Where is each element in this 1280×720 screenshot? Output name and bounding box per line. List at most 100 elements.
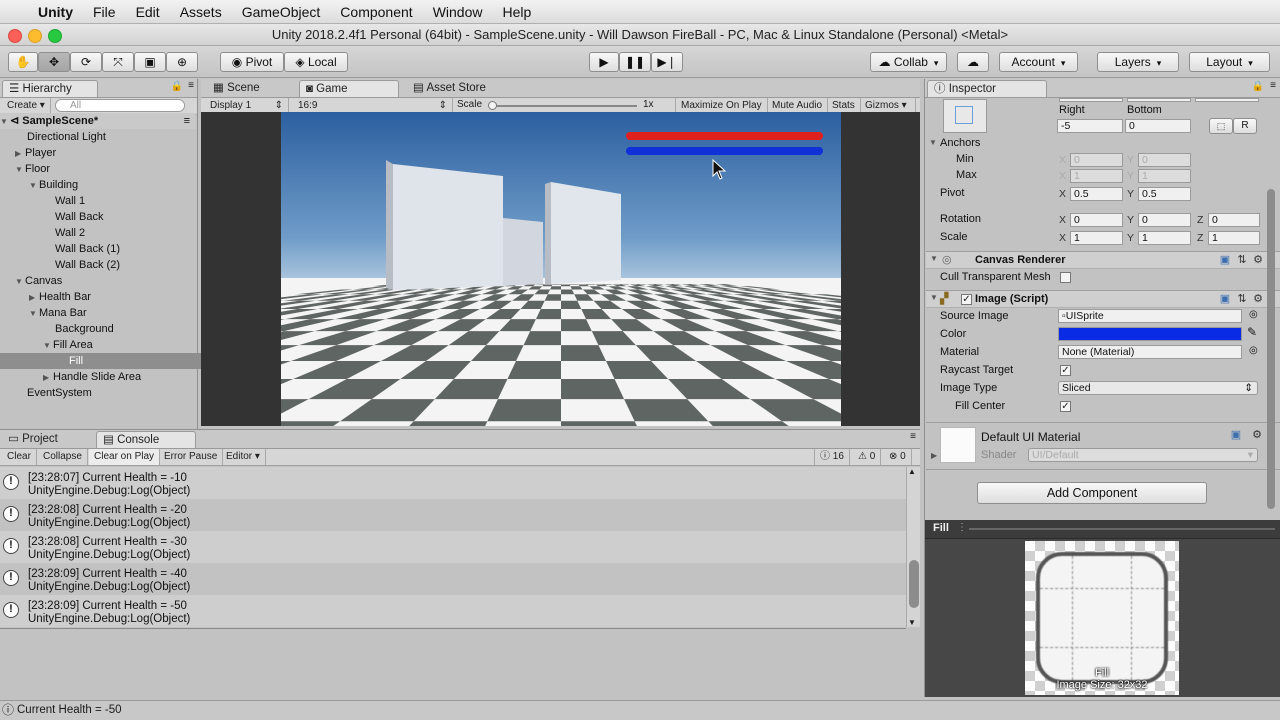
panel-menu-icon[interactable]: ≡ <box>1270 80 1276 91</box>
image-enabled-checkbox[interactable]: ✓ <box>961 294 972 305</box>
menu-window[interactable]: Window <box>423 4 493 20</box>
anchor-max-y-field[interactable]: 1 <box>1138 169 1191 183</box>
add-component-button[interactable]: Add Component <box>977 482 1207 504</box>
preset-icon[interactable]: ⇅ <box>1236 293 1248 305</box>
status-bar[interactable]: ⓘ Current Health = -50 <box>0 700 1280 720</box>
menu-gameobject[interactable]: GameObject <box>232 4 331 20</box>
layers-dropdown[interactable]: Layers <box>1097 52 1179 72</box>
color-field[interactable] <box>1058 327 1242 341</box>
help-book-icon[interactable]: ▣ <box>1230 429 1242 441</box>
hand-tool-button[interactable]: ✋ <box>8 52 38 72</box>
settings-gear-icon[interactable]: ⚙ <box>1252 293 1264 305</box>
step-button[interactable]: ▶❘ <box>651 52 683 72</box>
tab-console[interactable]: ▤ Console <box>96 431 196 448</box>
menu-dots-icon[interactable]: ⋮ <box>957 522 967 533</box>
hierarchy-item[interactable]: ▶ Player <box>0 145 211 161</box>
log-row[interactable]: ! [23:28:08] Current Health = -20 UnityEng… <box>0 499 906 531</box>
scale-x-field[interactable]: 1 <box>1070 231 1123 245</box>
error-count-toggle[interactable]: ⊗ 0 <box>884 449 912 465</box>
scale-y-field[interactable]: 1 <box>1138 231 1191 245</box>
pivot-y-field[interactable]: 0.5 <box>1138 187 1191 201</box>
cloud-button[interactable]: ☁ <box>957 52 989 72</box>
rotation-z-field[interactable]: 0 <box>1208 213 1260 227</box>
material-field[interactable]: None (Material) <box>1058 345 1242 359</box>
blueprint-mode-button[interactable]: ⬚ <box>1209 118 1233 134</box>
scale-slider-handle[interactable] <box>488 101 497 110</box>
menu-edit[interactable]: Edit <box>126 4 170 20</box>
rotate-tool-button[interactable]: ⟳ <box>70 52 102 72</box>
collapse-arrow-icon[interactable]: ▼ <box>930 254 938 263</box>
console-divider[interactable] <box>0 628 906 629</box>
tab-hierarchy[interactable]: ☰ Hierarchy <box>2 80 98 97</box>
tab-game[interactable]: ◙ Game <box>299 80 399 97</box>
panel-menu-icon[interactable]: ≡ <box>910 431 916 442</box>
anchor-max-x-field[interactable]: 1 <box>1070 169 1123 183</box>
collapse-arrow-icon[interactable]: ▼ <box>929 138 937 147</box>
hierarchy-item[interactable]: ▼ Mana Bar <box>0 305 225 321</box>
tab-project[interactable]: ▭ Project <box>2 431 92 448</box>
anchor-min-x-field[interactable]: 0 <box>1070 153 1123 167</box>
collapse-arrow-icon[interactable]: ▼ <box>930 293 938 302</box>
collapse-arrow-icon[interactable]: ▼ <box>29 306 39 322</box>
move-tool-button[interactable]: ✥ <box>38 52 70 72</box>
scroll-down-icon[interactable]: ▼ <box>908 618 916 627</box>
bottom-field[interactable]: 0 <box>1125 119 1191 133</box>
menu-file[interactable]: File <box>83 4 126 20</box>
raycast-checkbox[interactable]: ✓ <box>1060 365 1071 376</box>
collapse-arrow-icon[interactable]: ▼ <box>15 274 25 290</box>
rotation-x-field[interactable]: 0 <box>1070 213 1123 227</box>
material-thumbnail[interactable] <box>940 427 976 463</box>
preview-drag-handle[interactable] <box>969 528 1275 530</box>
hierarchy-search-input[interactable]: All <box>55 99 185 112</box>
image-script-header[interactable]: ▼ ▞ ✓ Image (Script) ▣ ⇅ ⚙ <box>926 290 1280 308</box>
lock-icon[interactable]: 🔒 <box>1252 81 1264 92</box>
rect-tool-button[interactable]: ▣ <box>134 52 166 72</box>
create-dropdown[interactable]: Create ▾ <box>2 98 51 114</box>
hierarchy-item[interactable]: ▼ Canvas <box>0 273 211 289</box>
warning-count-toggle[interactable]: ⚠ 0 <box>853 449 882 465</box>
local-toggle[interactable]: ◈ Local <box>284 52 348 72</box>
height-field-edge[interactable] <box>1195 98 1259 102</box>
help-book-icon[interactable]: ▣ <box>1219 254 1231 266</box>
pivot-toggle[interactable]: ◉ Pivot <box>220 52 284 72</box>
log-row[interactable]: ! [23:28:09] Current Health = -50 UnityEng… <box>0 595 906 627</box>
scale-z-field[interactable]: 1 <box>1208 231 1260 245</box>
menu-component[interactable]: Component <box>330 4 422 20</box>
scene-menu-icon[interactable]: ≡ <box>184 113 190 129</box>
anchor-min-y-field[interactable]: 0 <box>1138 153 1191 167</box>
pivot-x-field[interactable]: 0.5 <box>1070 187 1123 201</box>
right-field[interactable]: -5 <box>1057 119 1123 133</box>
app-menu[interactable]: Unity <box>28 4 83 20</box>
minimize-window-button[interactable] <box>28 29 42 43</box>
layout-dropdown[interactable]: Layout <box>1189 52 1270 72</box>
raw-edit-button[interactable]: R <box>1233 118 1257 134</box>
info-count-toggle[interactable]: ⓘ 16 <box>814 449 850 465</box>
hierarchy-item[interactable]: ▶ Health Bar <box>0 289 225 305</box>
collapse-arrow-icon[interactable]: ▼ <box>43 338 53 354</box>
anchor-preset-button[interactable] <box>943 99 987 133</box>
hierarchy-item[interactable]: ▼ Building <box>0 177 225 193</box>
hierarchy-item[interactable]: EventSystem <box>0 385 223 401</box>
close-window-button[interactable] <box>8 29 22 43</box>
tab-scene[interactable]: ▦ Scene <box>207 80 297 97</box>
scale-tool-button[interactable]: ⤧ <box>102 52 134 72</box>
pos-z-field-edge[interactable] <box>1127 98 1191 102</box>
clear-on-play-toggle[interactable]: Clear on Play <box>89 449 161 465</box>
image-type-dropdown[interactable]: Sliced ⇕ <box>1058 381 1258 395</box>
help-book-icon[interactable]: ▣ <box>1219 293 1231 305</box>
collab-dropdown[interactable]: ☁ Collab <box>870 52 947 72</box>
scale-slider[interactable] <box>488 101 637 110</box>
panel-menu-icon[interactable]: ≡ <box>188 80 194 91</box>
console-scroll-thumb[interactable] <box>909 560 919 608</box>
editor-dropdown[interactable]: Editor ▾ <box>221 449 266 465</box>
tab-inspector[interactable]: ⓘ Inspector <box>927 80 1047 97</box>
expand-arrow-icon[interactable]: ▶ <box>29 290 39 306</box>
play-button[interactable]: ▶ <box>589 52 619 72</box>
expand-arrow-icon[interactable]: ▶ <box>15 146 25 162</box>
game-viewport[interactable] <box>201 112 920 426</box>
rotation-y-field[interactable]: 0 <box>1138 213 1191 227</box>
object-picker-icon[interactable]: ◎ <box>1249 345 1258 356</box>
inspector-scrollbar[interactable] <box>1265 189 1277 509</box>
preset-icon[interactable]: ⇅ <box>1236 254 1248 266</box>
tab-asset-store[interactable]: ▤ Asset Store <box>407 80 517 97</box>
